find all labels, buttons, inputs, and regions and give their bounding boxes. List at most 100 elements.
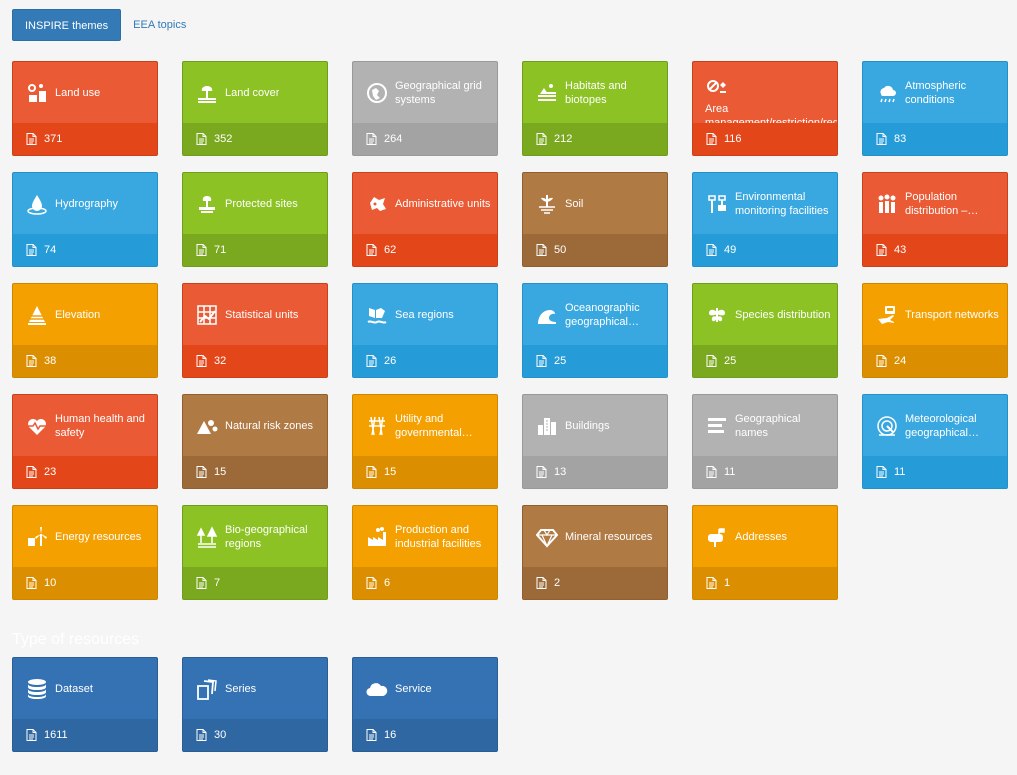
tile-soil[interactable]: Soil 50 [522, 172, 668, 267]
record-count: 30 [214, 729, 227, 741]
tile-human-health-and-safety[interactable]: Human health and safety 23 [12, 394, 158, 489]
tile-header: Species distribution [693, 284, 837, 345]
tile-header: Buildings [523, 395, 667, 456]
tab-bar: INSPIRE themes EEA topics [12, 9, 198, 41]
tile-species-distribution[interactable]: Species distribution 25 [692, 283, 838, 378]
tile-label: Production and industrial facilities [395, 523, 482, 550]
tile-footer: 116 [693, 123, 837, 155]
statistical-grid-icon [195, 303, 219, 327]
tile-hydrography[interactable]: Hydrography 74 [12, 172, 158, 267]
tile-header: Land cover [183, 62, 327, 123]
document-icon [366, 466, 377, 478]
tile-meteorological-geographical-features[interactable]: Meteorological geographical features 11 [862, 394, 1008, 489]
tile-area-management-restriction-regulation-zones-and-reporting-units[interactable]: Area management/restriction/regulation z… [692, 61, 838, 156]
document-icon [706, 244, 717, 256]
tile-footer: 25 [693, 345, 837, 377]
record-count: 7 [214, 577, 221, 589]
tile-footer: 16 [353, 719, 497, 751]
themes-grid: Land use 371 Land cover 352 Geographical gri… [12, 61, 1008, 600]
record-count: 11 [724, 466, 736, 478]
tile-label: Statistical units [225, 308, 299, 321]
tile-geographical-names[interactable]: Geographical names 11 [692, 394, 838, 489]
document-icon [196, 244, 207, 256]
tile-header: Geographical grid systems [353, 62, 497, 123]
tile-label: Soil [565, 197, 584, 210]
tile-bio-geographical-regions[interactable]: Bio-geographical regions 7 [182, 505, 328, 600]
document-icon [536, 466, 547, 478]
document-icon [876, 133, 887, 145]
tile-environmental-monitoring-facilities[interactable]: Environmental monitoring facilities 49 [692, 172, 838, 267]
tile-footer: 15 [183, 456, 327, 488]
tile-land-cover[interactable]: Land cover 352 [182, 61, 328, 156]
tile-header: Atmospheric conditions [863, 62, 1007, 123]
tile-utility-and-governmental-services[interactable]: Utility and governmental services 15 [352, 394, 498, 489]
tile-footer: 371 [13, 123, 157, 155]
tile-dataset[interactable]: Dataset 1611 [12, 657, 158, 752]
tile-elevation[interactable]: Elevation 38 [12, 283, 158, 378]
document-icon [26, 355, 37, 367]
document-icon [196, 133, 207, 145]
tile-footer: 83 [863, 123, 1007, 155]
tile-statistical-units[interactable]: Statistical units 32 [182, 283, 328, 378]
geographical-names-icon [705, 414, 729, 438]
document-icon [26, 577, 37, 589]
record-count: 1 [724, 577, 731, 589]
record-count: 32 [214, 355, 227, 367]
document-icon [706, 577, 717, 589]
document-icon [26, 729, 37, 741]
tile-label: Geographical names [735, 412, 801, 439]
tile-footer: 49 [693, 234, 837, 266]
record-count: 25 [724, 355, 737, 367]
tile-label: Bio-geographical regions [225, 523, 308, 550]
tile-label: Environmental monitoring facilities [735, 190, 829, 217]
tile-header: Hydrography [13, 173, 157, 234]
tile-footer: 38 [13, 345, 157, 377]
land-cover-icon [195, 81, 219, 105]
wave-icon [535, 303, 559, 327]
species-icon [705, 303, 729, 327]
tile-header: Energy resources [13, 506, 157, 567]
tab-eea-topics[interactable]: EEA topics [121, 9, 198, 41]
tile-footer: 11 [863, 456, 1007, 488]
tile-header: Sea regions [353, 284, 497, 345]
tile-header: Area management/restriction/regulation z… [693, 62, 837, 123]
tile-geographical-grid-systems[interactable]: Geographical grid systems 264 [352, 61, 498, 156]
tile-administrative-units[interactable]: Administrative units 62 [352, 172, 498, 267]
tile-footer: 1 [693, 567, 837, 599]
tile-population-distribution-demography[interactable]: Population distribution – demography 43 [862, 172, 1008, 267]
tile-label: Meteorological geographical features [905, 412, 977, 439]
tile-footer: 7 [183, 567, 327, 599]
tile-mineral-resources[interactable]: Mineral resources 2 [522, 505, 668, 600]
wind-turbine-icon [25, 525, 49, 549]
tile-footer: 212 [523, 123, 667, 155]
tile-natural-risk-zones[interactable]: Natural risk zones 15 [182, 394, 328, 489]
sea-regions-icon [365, 303, 389, 327]
tile-oceanographic-geographical-features[interactable]: Oceanographic geographical features 25 [522, 283, 668, 378]
tile-transport-networks[interactable]: Transport networks 24 [862, 283, 1008, 378]
tile-footer: 50 [523, 234, 667, 266]
tile-header: Land use [13, 62, 157, 123]
document-icon [196, 577, 207, 589]
tile-header: Population distribution – demography [863, 173, 1007, 234]
tile-sea-regions[interactable]: Sea regions 26 [352, 283, 498, 378]
tile-energy-resources[interactable]: Energy resources 10 [12, 505, 158, 600]
monitoring-icon [705, 192, 729, 216]
tile-series[interactable]: Series 30 [182, 657, 328, 752]
tile-addresses[interactable]: Addresses 1 [692, 505, 838, 600]
database-icon [25, 677, 49, 701]
tab-inspire-themes[interactable]: INSPIRE themes [12, 9, 122, 41]
tile-footer: 74 [13, 234, 157, 266]
tile-production-and-industrial-facilities[interactable]: Production and industrial facilities 6 [352, 505, 498, 600]
tile-atmospheric-conditions[interactable]: Atmospheric conditions 83 [862, 61, 1008, 156]
tile-habitats-and-biotopes[interactable]: Habitats and biotopes 212 [522, 61, 668, 156]
record-count: 71 [214, 244, 227, 256]
tile-land-use[interactable]: Land use 371 [12, 61, 158, 156]
tile-header: Environmental monitoring facilities [693, 173, 837, 234]
tile-service[interactable]: Service 16 [352, 657, 498, 752]
tile-protected-sites[interactable]: Protected sites 71 [182, 172, 328, 267]
tile-buildings[interactable]: Buildings 13 [522, 394, 668, 489]
document-icon [706, 133, 717, 145]
tile-label: Sea regions [395, 308, 454, 321]
document-icon [196, 729, 207, 741]
tile-label: Species distribution [735, 308, 831, 321]
